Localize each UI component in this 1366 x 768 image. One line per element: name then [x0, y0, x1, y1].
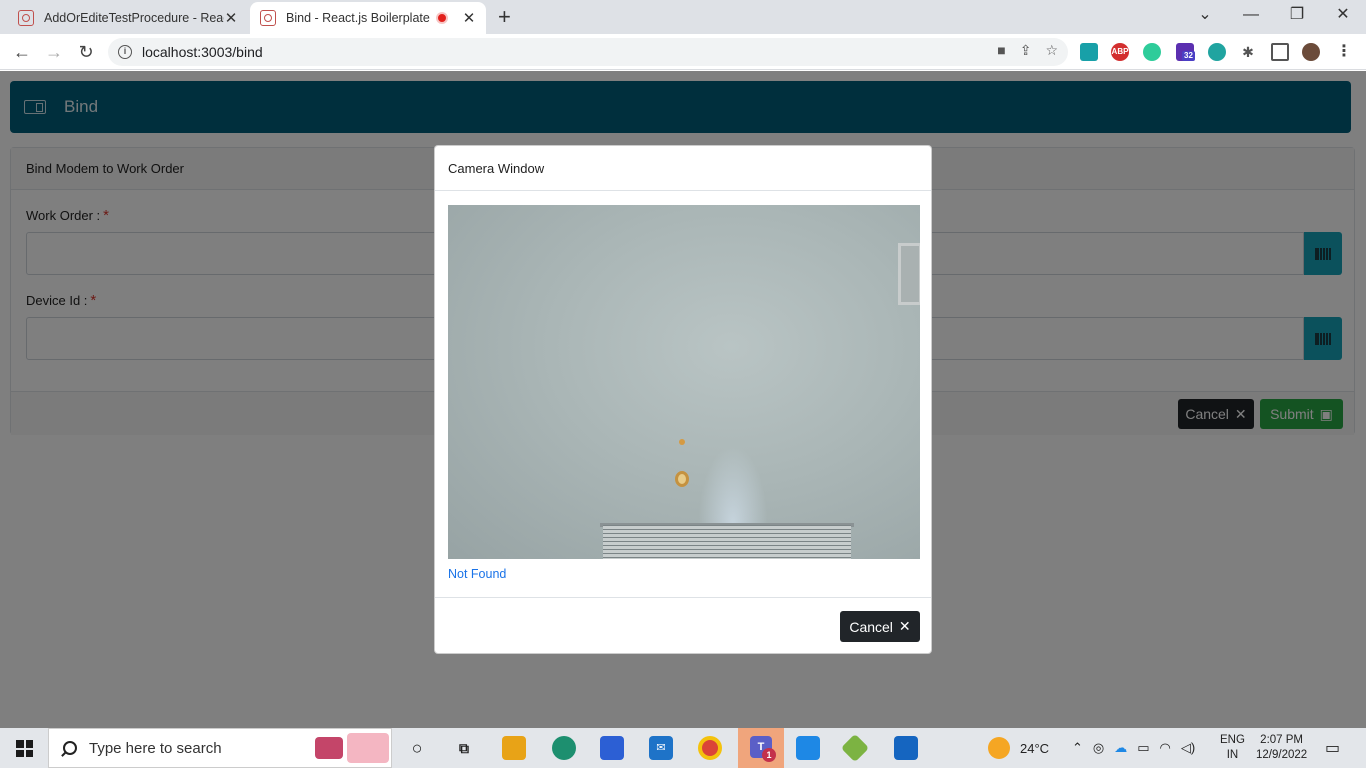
close-tab-icon[interactable]: ✕ [224, 9, 238, 27]
chrome-icon[interactable] [698, 736, 722, 760]
search-icon [63, 741, 77, 755]
cortana-icon[interactable]: ○ [405, 736, 429, 760]
scan-status-link[interactable]: Not Found [448, 567, 506, 581]
browser-tab-bind[interactable]: Bind - React.js Boilerplate ✕ [250, 2, 486, 34]
side-panel-icon[interactable] [1271, 43, 1289, 61]
bookmark-star-icon[interactable]: ☆ [1045, 42, 1058, 59]
close-window-button[interactable]: ✕ [1331, 4, 1355, 26]
onedrive-icon[interactable]: ☁ [1114, 740, 1127, 756]
search-highlight-image [347, 733, 389, 763]
search-placeholder: Type here to search [89, 739, 222, 757]
battery-icon[interactable]: ▭ [1137, 740, 1149, 756]
system-tray: ⌃ ◎ ☁ ▭ ◠ ◁) [1072, 728, 1195, 768]
extension-circle-icon[interactable] [1143, 43, 1161, 61]
address-bar[interactable]: i localhost:3003/bind ■ ⇪ ☆ [108, 38, 1068, 66]
edge-icon[interactable] [552, 736, 576, 760]
weather-widget[interactable]: 24°C [988, 728, 1049, 768]
restore-button[interactable]: ❐ [1285, 4, 1309, 26]
extensions-puzzle-icon[interactable]: ✱ [1239, 43, 1257, 61]
recording-indicator-icon [436, 12, 448, 24]
photos-icon[interactable] [894, 736, 918, 760]
modal-footer: Cancel ✕ [435, 597, 931, 654]
language-indicator[interactable]: ENG IN [1220, 728, 1245, 768]
profile-avatar[interactable] [1302, 43, 1320, 61]
extension-translate-icon[interactable] [1080, 43, 1098, 61]
extension-badge-count: 32 [1182, 51, 1195, 61]
store-icon[interactable] [600, 736, 624, 760]
teams-badge: 1 [762, 748, 776, 762]
back-button[interactable]: ← [10, 40, 34, 64]
browser-tab-addoredit[interactable]: AddOrEditeTestProcedure - React ✕ [8, 2, 248, 34]
notification-icon[interactable]: ▭ [1325, 728, 1340, 768]
browser-tab-strip: AddOrEditeTestProcedure - React ✕ Bind -… [0, 0, 1366, 34]
extension-badge-icon[interactable]: 32 [1176, 43, 1195, 61]
chevron-up-icon[interactable]: ⌃ [1072, 740, 1083, 756]
window-blind [603, 525, 851, 559]
modal-cancel-button[interactable]: Cancel ✕ [840, 611, 920, 642]
teams-icon[interactable]: T 1 [738, 728, 784, 768]
close-tab-icon[interactable]: ✕ [462, 9, 476, 27]
camera-modal: Camera Window Not Found Cancel ✕ [434, 145, 932, 654]
tab-title: Bind - React.js Boilerplate [286, 11, 430, 25]
tab-title: AddOrEditeTestProcedure - React [44, 11, 224, 25]
git-client-icon[interactable] [840, 733, 870, 763]
camera-feed [448, 205, 920, 559]
search-highlight-icon [315, 737, 343, 759]
close-icon: ✕ [898, 618, 911, 634]
modal-title: Camera Window [435, 146, 931, 191]
wifi-icon[interactable]: ◠ [1160, 740, 1171, 756]
tab-search-chevron-icon[interactable]: ⌄ [1193, 4, 1217, 26]
windows-start-icon[interactable] [16, 740, 33, 757]
clock-date: 12/9/2022 [1256, 749, 1308, 761]
taskbar-search-box[interactable]: Type here to search [48, 728, 392, 768]
ceiling-light [675, 471, 689, 487]
volume-icon[interactable]: ◁) [1181, 740, 1195, 756]
reload-button[interactable]: ↻ [74, 40, 98, 64]
new-tab-button[interactable]: + [498, 4, 511, 30]
share-icon[interactable]: ⇪ [1020, 42, 1032, 59]
mail-icon[interactable]: ✉ [649, 736, 673, 760]
clock-time: 2:07 PM [1260, 734, 1303, 746]
meet-now-icon[interactable]: ◎ [1093, 740, 1104, 756]
task-view-icon[interactable]: ⧉ [452, 736, 476, 760]
browser-toolbar: ← → ↻ i localhost:3003/bind ■ ⇪ ☆ ABP 32… [0, 34, 1366, 70]
react-favicon-icon [260, 10, 276, 26]
minimize-button[interactable]: — [1239, 4, 1263, 26]
react-favicon-icon [18, 10, 34, 26]
weather-icon [988, 737, 1010, 759]
temperature-text: 24°C [1020, 740, 1050, 756]
camera-in-use-icon[interactable]: ■ [997, 42, 1005, 59]
wall-frame [898, 243, 920, 305]
file-explorer-icon[interactable] [502, 736, 526, 760]
extension-record-icon[interactable] [1208, 43, 1226, 61]
ceiling-light [679, 439, 685, 445]
forward-button[interactable]: → [42, 40, 66, 64]
browser-menu-icon[interactable]: ⋮ [1335, 43, 1353, 61]
site-info-icon[interactable]: i [118, 45, 132, 59]
address-text: localhost:3003/bind [142, 44, 263, 60]
adblock-icon[interactable]: ABP [1111, 43, 1129, 61]
vscode-icon[interactable] [796, 736, 820, 760]
clock[interactable]: 2:07 PM 12/9/2022 [1256, 728, 1307, 768]
windows-taskbar: Type here to search ○ ⧉ ✉ T 1 24°C ⌃ ◎ ☁… [0, 728, 1366, 768]
